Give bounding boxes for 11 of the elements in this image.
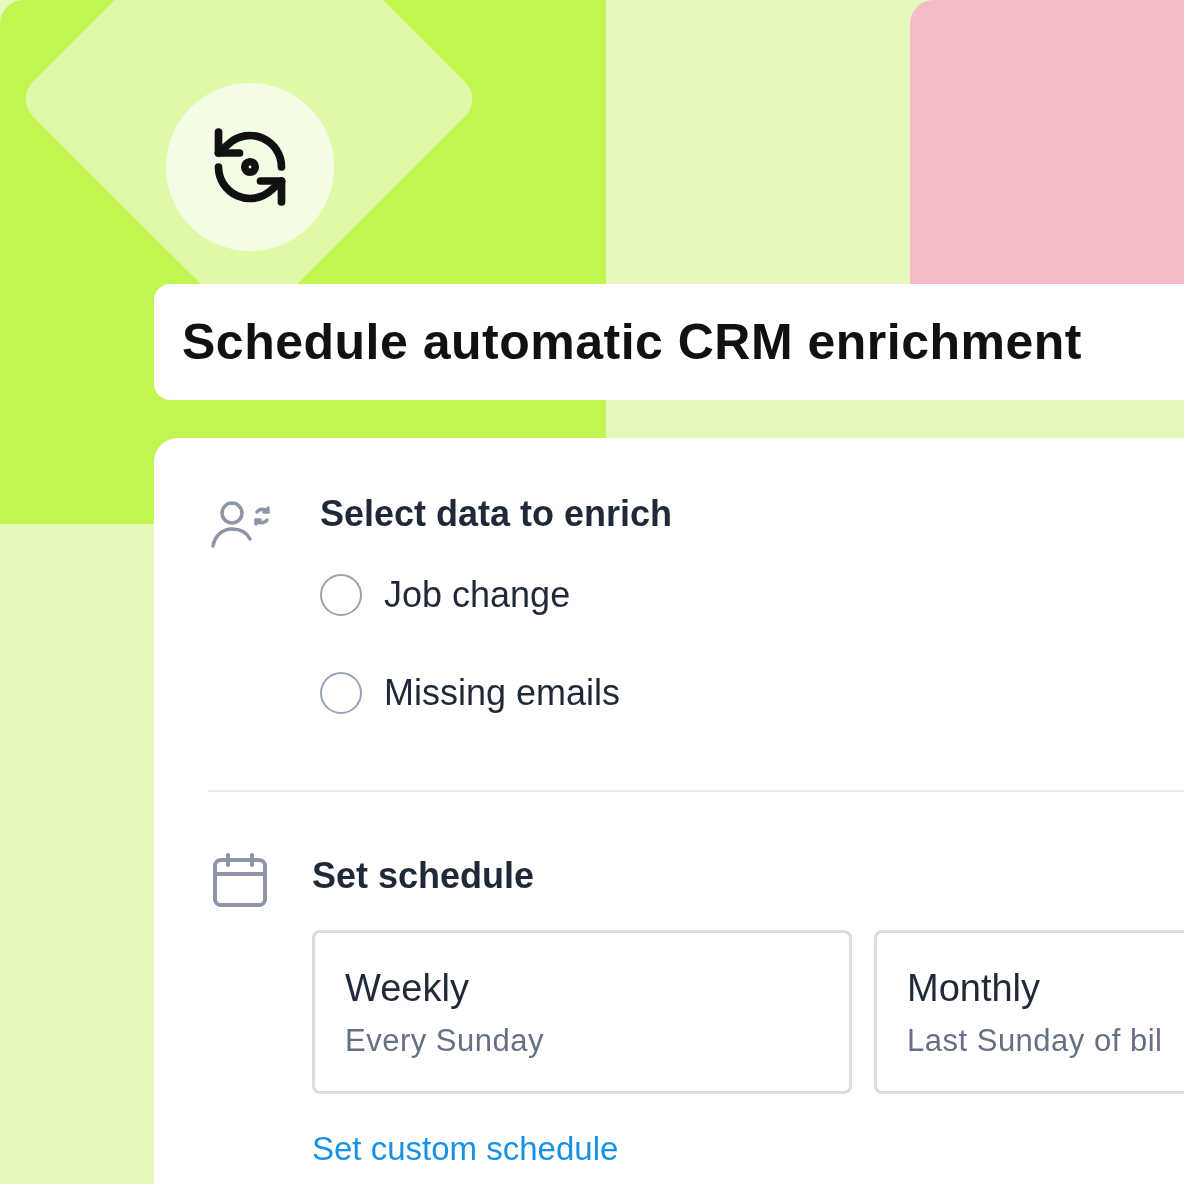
option-detail: Last Sunday of bil [907, 1024, 1164, 1056]
schedule-option[interactable]: Weekly Every Sunday [312, 930, 852, 1094]
option-label: Job change [384, 573, 571, 617]
schedule-option[interactable]: Monthly Last Sunday of bil [874, 930, 1184, 1094]
page-title: Schedule automatic CRM enrichment [182, 312, 1082, 372]
option-title: Weekly [345, 968, 470, 1007]
section-heading: Set schedule [312, 854, 536, 898]
option-detail: Every Sunday [345, 1024, 545, 1056]
option-label: Missing emails [384, 671, 621, 715]
section-heading: Select data to enrich [320, 492, 673, 536]
option-title: Monthly [907, 968, 1042, 1007]
